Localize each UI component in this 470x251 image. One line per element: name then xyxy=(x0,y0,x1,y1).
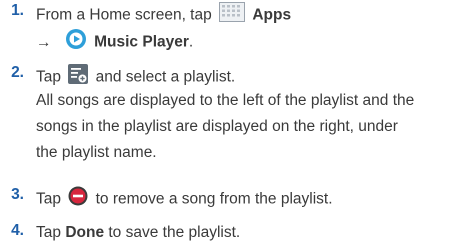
step-1-text: From a Home screen, tap xyxy=(36,6,212,24)
remove-icon xyxy=(68,186,88,213)
step-3-line-1: Tap to remove a song from the playlist. xyxy=(36,186,333,213)
music-player-label: Music Player xyxy=(94,33,189,51)
step-number: 4. xyxy=(11,222,24,239)
arrow-icon: → xyxy=(36,33,52,51)
tap-text: Tap xyxy=(36,224,61,241)
paragraph-line-2: songs in the playlist are displayed on t… xyxy=(36,118,398,135)
paragraph-line-1: All songs are displayed to the left of t… xyxy=(36,92,415,109)
period: . xyxy=(188,33,194,51)
step-3-text: to remove a song from the playlist. xyxy=(95,190,333,208)
music-player-icon xyxy=(65,28,87,57)
step-4-text: to save the playlist. xyxy=(108,224,241,241)
done-label: Done xyxy=(65,224,105,241)
step-2-text: and select a playlist. xyxy=(95,68,236,86)
apps-grid-icon xyxy=(219,2,246,29)
tap-text: Tap xyxy=(36,68,61,86)
step-number: 3. xyxy=(11,186,24,203)
step-2-line-1: Tap and select a playlist. xyxy=(36,64,235,91)
step-1-line-2: → Music Player. xyxy=(36,28,193,57)
step-number: 1. xyxy=(11,2,24,19)
paragraph-line-3: the playlist name. xyxy=(36,144,157,161)
add-playlist-icon xyxy=(68,64,89,91)
instruction-document: 1. From a Home screen, tap Apps → Music … xyxy=(0,0,470,251)
step-number: 2. xyxy=(11,64,24,81)
step-4-line-1: Tap Done to save the playlist. xyxy=(36,222,240,244)
tap-text: Tap xyxy=(36,190,61,208)
apps-label: Apps xyxy=(252,6,292,24)
step-1-line-1: From a Home screen, tap Apps xyxy=(36,2,291,29)
